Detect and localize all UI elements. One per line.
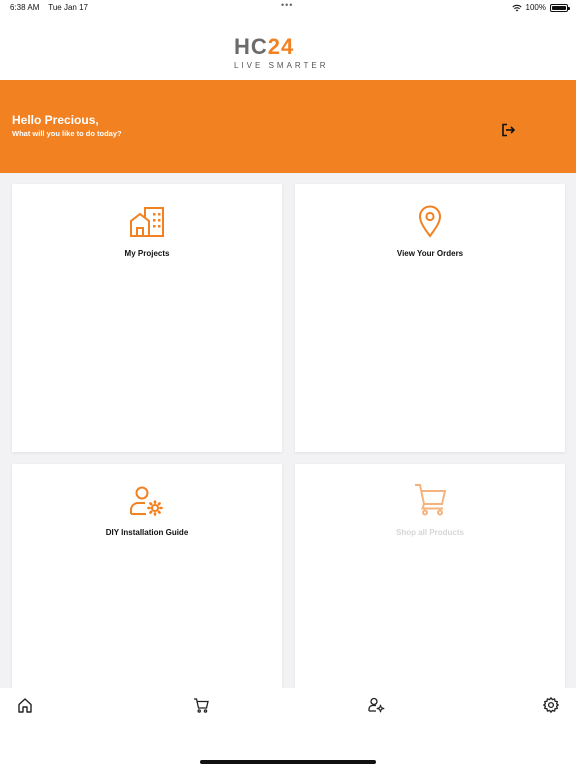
logo-mark: HC24 xyxy=(234,36,344,58)
card-shop-products[interactable]: Shop all Products xyxy=(295,464,565,688)
status-right: 100% xyxy=(511,3,570,12)
user-gear-icon[interactable] xyxy=(367,696,385,714)
cart-icon xyxy=(415,484,447,516)
hc24-logo: HC24 LIVE SMARTER xyxy=(234,36,344,76)
wifi-icon xyxy=(511,4,522,11)
card-diy-guide[interactable]: DIY Installation Guide xyxy=(12,464,282,688)
status-time: 6:38 AM xyxy=(10,3,40,12)
tab-bar xyxy=(0,688,576,768)
card-label: Shop all Products xyxy=(395,528,464,537)
logo-hc: HC xyxy=(234,34,268,59)
card-label: My Projects xyxy=(124,249,170,258)
home-indicator[interactable] xyxy=(200,760,376,764)
card-my-projects[interactable]: My Projects xyxy=(12,184,282,452)
logo-24: 24 xyxy=(267,34,295,59)
logo-tagline: LIVE SMARTER xyxy=(234,61,329,70)
cart-icon[interactable] xyxy=(192,696,210,714)
gear-icon[interactable] xyxy=(542,696,560,714)
building-icon xyxy=(130,207,164,237)
location-pin-icon xyxy=(418,205,442,238)
logout-icon[interactable] xyxy=(500,122,516,138)
status-bar: 6:38 AM Tue Jan 17 ••• 100% xyxy=(0,0,576,14)
greeting-banner: Hello Precious, What will you like to do… xyxy=(0,80,576,173)
card-label: View Your Orders xyxy=(396,249,464,258)
multitasking-dots-icon[interactable]: ••• xyxy=(281,0,293,10)
user-gear-icon xyxy=(130,486,163,516)
card-label: DIY Installation Guide xyxy=(105,528,189,537)
status-date: Tue Jan 17 xyxy=(48,3,88,12)
home-icon[interactable] xyxy=(16,696,34,714)
greeting-subtitle: What will you like to do today? xyxy=(12,129,122,138)
app-header: HC24 LIVE SMARTER xyxy=(0,14,576,80)
status-time-date: 6:38 AM Tue Jan 17 xyxy=(10,3,88,12)
battery-percent: 100% xyxy=(525,3,546,12)
card-view-orders[interactable]: View Your Orders xyxy=(295,184,565,452)
greeting-title: Hello Precious, xyxy=(12,113,99,127)
battery-icon xyxy=(550,3,570,12)
